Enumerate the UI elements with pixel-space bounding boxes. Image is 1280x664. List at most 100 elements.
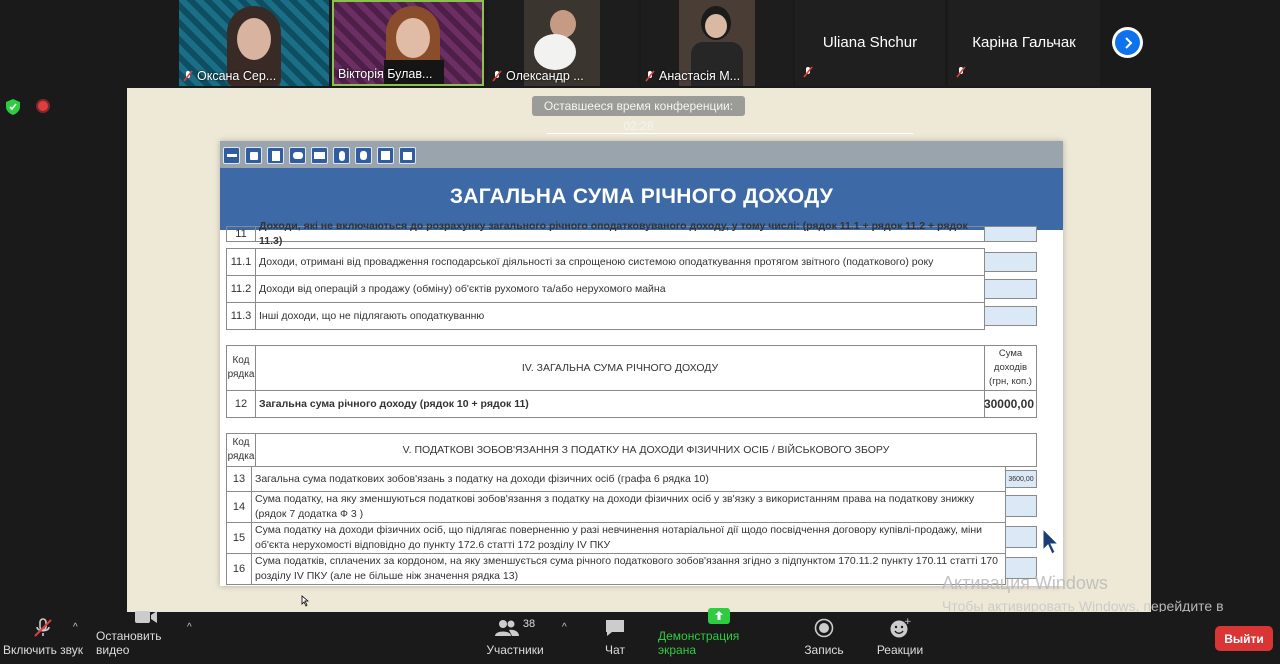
- user-icon[interactable]: [355, 147, 372, 164]
- participant-name: Анастасія М...: [645, 69, 740, 83]
- participant-name: Вікторія Булав...: [338, 67, 433, 81]
- participant-tile[interactable]: Uliana Shchur: [795, 0, 945, 86]
- participant-tile[interactable]: Вікторія Булав...: [332, 0, 484, 86]
- unmute-button[interactable]: Включить звук: [2, 612, 84, 664]
- record-button[interactable]: Запись: [800, 612, 848, 664]
- reactions-button[interactable]: + Реакции: [872, 612, 928, 664]
- row-text: Доходи, отримані від провадження господа…: [255, 248, 985, 276]
- share-screen-button[interactable]: Демонстрация экрана: [658, 608, 780, 664]
- participant-tile[interactable]: Каріна Гальчак: [948, 0, 1100, 86]
- slide-title: ЗАГАЛЬНА СУМА РІЧНОГО ДОХОДУ: [449, 185, 834, 208]
- income-table-section-4: Код рядка IV. ЗАГАЛЬНА СУМА РІЧНОГО ДОХО…: [226, 345, 1038, 418]
- record-label: Запись: [804, 643, 844, 657]
- document-icon[interactable]: [267, 147, 284, 164]
- unmute-label: Включить звук: [2, 643, 84, 657]
- participant-name: Олександр ...: [492, 69, 584, 83]
- mic-muted-icon: [32, 617, 54, 639]
- row-code: 11: [226, 226, 256, 242]
- code-header: Код рядка: [226, 433, 256, 467]
- row-text: Доходи від операцій з продажу (обміну) о…: [255, 275, 985, 303]
- copy-icon[interactable]: [377, 147, 394, 164]
- home-icon[interactable]: [399, 147, 416, 164]
- slide-toolbar: [220, 141, 1063, 168]
- chat-label: Чат: [605, 643, 625, 657]
- conference-timer: Оставшееся время конференции: 02:28: [532, 96, 745, 133]
- stop-video-button[interactable]: Остановить видео: [96, 609, 196, 664]
- hierarchy-icon[interactable]: [245, 147, 262, 164]
- cursor-icon: [1042, 527, 1060, 561]
- total-income-value: 30000,00: [984, 390, 1037, 418]
- mic-muted-icon: [645, 70, 655, 82]
- video-options-caret[interactable]: ^: [187, 622, 192, 633]
- row-code: 16: [226, 553, 252, 585]
- reactions-label: Реакции: [876, 643, 924, 657]
- row-text: Загальна сума річного доходу (рядок 10 +…: [255, 390, 985, 418]
- row-value-cell: [984, 306, 1037, 326]
- participants-options-caret[interactable]: ^: [562, 622, 567, 633]
- person-icon[interactable]: [333, 147, 350, 164]
- emoji-icon: +: [889, 617, 911, 639]
- participant-name: Оксана Сер...: [183, 69, 276, 83]
- card-icon[interactable]: [311, 147, 328, 164]
- participant-tile[interactable]: Анастасія М...: [641, 0, 793, 86]
- participant-tile[interactable]: Оксана Сер...: [179, 0, 329, 86]
- section-title: IV. ЗАГАЛЬНА СУМА РІЧНОГО ДОХОДУ: [255, 345, 985, 391]
- code-header: Код рядка: [226, 345, 256, 391]
- mic-muted-icon: [492, 70, 502, 82]
- row-text: Інші доходи, що не підлягають оподаткува…: [255, 302, 985, 330]
- participant-tile[interactable]: Олександр ...: [488, 0, 638, 86]
- row-text: Доходи, які не включаються до розрахунку…: [255, 220, 985, 247]
- chat-icon: [604, 617, 626, 639]
- row-text: Загальна сума податкових зобов'язань з п…: [251, 466, 1006, 492]
- audio-options-caret[interactable]: ^: [73, 622, 78, 633]
- income-table-section-1: 11 Доходи, які не включаються до розраху…: [226, 220, 1038, 330]
- share-screen-icon: [707, 607, 731, 625]
- share-screen-label: Демонстрация экрана: [658, 629, 740, 657]
- participants-gallery: Оксана Сер... Вікторія Булав... Олександ…: [0, 0, 1280, 87]
- stop-video-label: Остановить видео: [96, 629, 162, 657]
- participant-name-center: Каріна Гальчак: [972, 34, 1076, 51]
- mic-muted-icon: [183, 70, 193, 82]
- meeting-toolbar: Включить звук ^ Остановить видео ^ 38 Уч…: [0, 608, 1280, 664]
- video-camera-icon: [134, 609, 158, 625]
- chat-button[interactable]: Чат: [595, 612, 635, 664]
- income-table-section-5: Код рядка V. ПОДАТКОВІ ЗОБОВ'ЯЗАННЯ З ПО…: [226, 433, 1038, 586]
- slide: ЗАГАЛЬНА СУМА РІЧНОГО ДОХОДУ 11 Доходи, …: [220, 141, 1063, 586]
- row-code: 11.1: [226, 248, 256, 276]
- participants-button[interactable]: 38 Участники: [485, 612, 545, 664]
- group-icon[interactable]: [289, 147, 306, 164]
- row-value-cell: [1005, 526, 1037, 548]
- row-value-cell: [984, 252, 1037, 272]
- leave-meeting-button[interactable]: Выйти: [1215, 626, 1273, 651]
- shield-icon[interactable]: [6, 99, 20, 120]
- row-text: Сума податків, сплачених за кордоном, на…: [251, 553, 1006, 585]
- recording-indicator-icon[interactable]: [36, 99, 50, 113]
- row-value-cell: 3600,00: [1005, 470, 1037, 488]
- participants-label: Участники: [486, 643, 544, 657]
- row-text: Сума податку на доходи фізичних осіб, що…: [251, 522, 1006, 554]
- divider: [547, 133, 913, 134]
- participant-name-center: Uliana Shchur: [822, 34, 918, 51]
- row-code: 15: [226, 522, 252, 554]
- participants-icon: 38: [494, 617, 536, 639]
- mic-muted-icon: [803, 65, 813, 83]
- windows-activation-title: Активация Windows: [942, 573, 1108, 593]
- row-value-cell: [1005, 495, 1037, 517]
- next-page-button[interactable]: [1112, 27, 1143, 58]
- section-title: V. ПОДАТКОВІ ЗОБОВ'ЯЗАННЯ З ПОДАТКУ НА Д…: [255, 433, 1037, 467]
- record-icon: [814, 617, 834, 639]
- chevron-right-icon: [1115, 30, 1140, 55]
- participants-count: 38: [522, 618, 536, 630]
- row-value-cell: [984, 226, 1037, 242]
- row-code: 11.3: [226, 302, 256, 330]
- row-code: 12: [226, 390, 256, 418]
- shared-screen: Оставшееся время конференции: 02:28 ЗАГА…: [127, 88, 1151, 612]
- row-code: 13: [226, 466, 252, 492]
- mic-muted-icon: [956, 65, 966, 83]
- row-value-cell: [984, 279, 1037, 299]
- sum-header: Сума доходів (грн, коп.): [984, 345, 1037, 391]
- cursor-icon: [301, 594, 310, 612]
- row-text: Сума податку, на яку зменшуються податко…: [251, 491, 1006, 523]
- row-code: 11.2: [226, 275, 256, 303]
- key-icon[interactable]: [223, 147, 240, 164]
